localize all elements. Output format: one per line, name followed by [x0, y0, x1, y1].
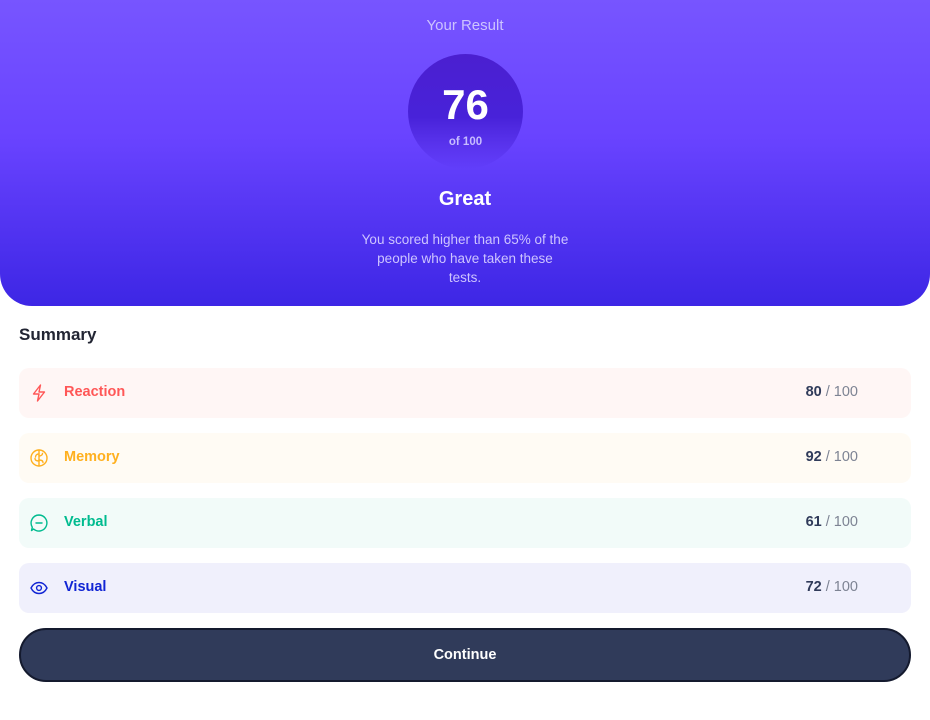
summary-label-visual: Visual	[64, 579, 107, 595]
summary-row-verbal: Verbal 61 / 100	[19, 498, 911, 548]
chat-bubble-icon	[29, 513, 49, 533]
summary-row-reaction: Reaction 80 / 100	[19, 368, 911, 418]
score-total: of 100	[448, 136, 483, 148]
score-max-reaction: / 100	[821, 384, 858, 400]
score-value-verbal: 61	[805, 514, 822, 530]
summary-score-reaction: 80 / 100	[806, 384, 858, 400]
brain-icon	[29, 448, 49, 468]
score-value-visual: 72	[805, 579, 822, 595]
continue-button[interactable]: Continue	[19, 628, 911, 682]
rating-label: Great	[438, 188, 492, 210]
score-value-reaction: 80	[805, 384, 822, 400]
result-heading: Your Result	[426, 17, 504, 34]
result-panel: Your Result 76 of 100 Great You scored h…	[0, 0, 930, 306]
summary-row-visual: Visual 72 / 100	[19, 563, 911, 613]
summary-score-visual: 72 / 100	[806, 579, 858, 595]
score-value: 76	[442, 81, 489, 128]
score-value-memory: 92	[805, 449, 822, 465]
summary-score-memory: 92 / 100	[806, 449, 858, 465]
summary-label-verbal: Verbal	[64, 514, 108, 530]
rating-description: You scored higher than 65% of the people…	[361, 232, 569, 285]
score-circle: 76 of 100	[408, 54, 523, 169]
summary-label-reaction: Reaction	[64, 384, 126, 400]
score-max-verbal: / 100	[821, 514, 858, 530]
summary-title: Summary	[19, 325, 97, 344]
eye-icon	[29, 578, 49, 598]
summary-label-memory: Memory	[64, 449, 120, 465]
summary-row-memory: Memory 92 / 100	[19, 433, 911, 483]
summary-score-verbal: 61 / 100	[806, 514, 858, 530]
lightning-icon	[29, 383, 49, 403]
score-max-visual: / 100	[821, 579, 858, 595]
score-max-memory: / 100	[821, 449, 858, 465]
